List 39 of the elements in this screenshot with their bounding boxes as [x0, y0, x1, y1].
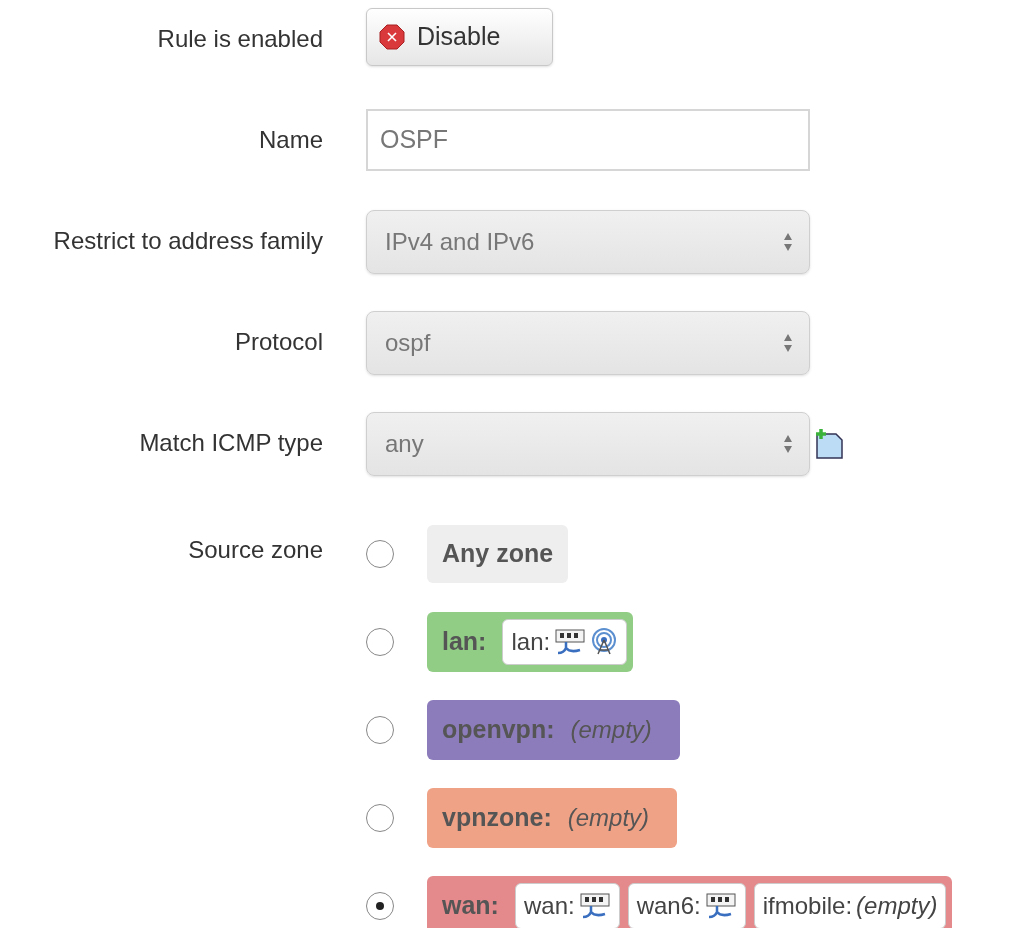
- dropdown-select[interactable]: IPv4 and IPv6: [366, 210, 810, 274]
- disable-button[interactable]: Disable: [366, 8, 554, 66]
- add-document-icon[interactable]: [814, 428, 844, 460]
- radio-button[interactable]: [366, 628, 394, 656]
- network-chip: ifmobile: (empty): [753, 883, 947, 928]
- network-chip: wan6:: [627, 883, 746, 928]
- close-icon: [379, 24, 405, 50]
- select-arrows-icon: [783, 434, 793, 454]
- network-chip: lan:: [502, 619, 628, 665]
- dropdown-select[interactable]: any: [366, 412, 810, 476]
- zone-empty-text: (empty): [567, 803, 651, 833]
- zone-chip[interactable]: Any zone: [427, 525, 569, 583]
- field-label: Restrict to address family: [53, 226, 323, 256]
- network-port-icon: [578, 892, 611, 920]
- radio-button[interactable]: [366, 892, 394, 920]
- zone-empty-text: (empty): [570, 715, 653, 745]
- zone-chip[interactable]: vpnzone: (empty): [427, 788, 678, 848]
- select-arrows-icon: [783, 232, 793, 252]
- radio-button[interactable]: [366, 716, 394, 744]
- field-label: Name: [258, 125, 323, 155]
- name-input-field[interactable]: OSPF: [366, 109, 810, 171]
- zone-name: openvpn:: [442, 714, 555, 746]
- zone-name: wan:: [442, 890, 499, 922]
- radio-button[interactable]: [366, 540, 394, 568]
- network-chip: wan:: [514, 883, 620, 928]
- field-label: Rule is enabled: [157, 24, 323, 54]
- zone-chip[interactable]: lan: lan:: [427, 612, 634, 672]
- network-port-icon: [554, 628, 587, 656]
- radio-button[interactable]: [366, 804, 394, 832]
- network-port-icon: [704, 892, 737, 920]
- zone-chip[interactable]: wan: wan: wan6: ifmobile: (empty): [427, 876, 953, 928]
- field-label: Protocol: [234, 327, 323, 357]
- field-label: Match ICMP type: [139, 428, 323, 458]
- select-arrows-icon: [783, 333, 793, 353]
- wireless-antenna-icon: [590, 628, 619, 656]
- zone-name: vpnzone:: [442, 802, 552, 834]
- dropdown-select[interactable]: ospf: [366, 311, 810, 375]
- zone-name: lan:: [442, 626, 487, 658]
- field-label: Source zone: [188, 535, 323, 562]
